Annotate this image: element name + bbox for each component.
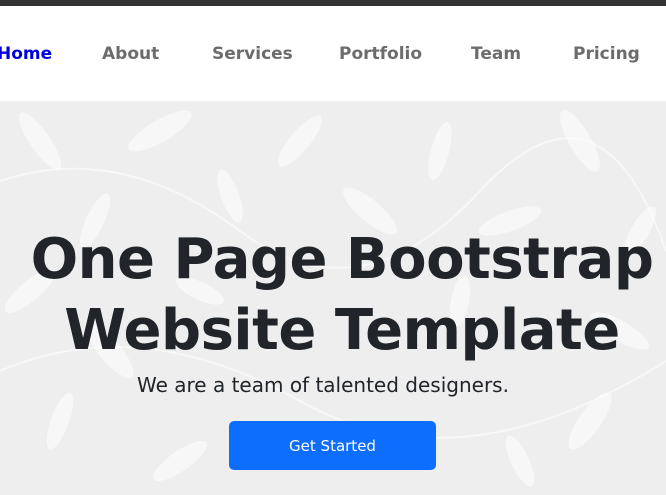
hero-subtitle: We are a team of talented designers. bbox=[137, 373, 509, 397]
nav-link-home[interactable]: Home bbox=[0, 44, 52, 64]
main-navbar: Home About Services Portfolio Team Prici… bbox=[0, 6, 666, 101]
nav-link-portfolio[interactable]: Portfolio bbox=[339, 44, 422, 64]
get-started-button[interactable]: Get Started bbox=[229, 421, 436, 470]
nav-link-about[interactable]: About bbox=[102, 44, 159, 64]
nav-link-pricing[interactable]: Pricing bbox=[573, 44, 640, 64]
nav-link-team[interactable]: Team bbox=[471, 44, 521, 64]
hero-title-line-1: One Page Bootstrap bbox=[30, 227, 654, 292]
hero-title: One Page Bootstrap Website Template bbox=[0, 224, 666, 366]
nav-link-services[interactable]: Services bbox=[212, 44, 293, 64]
hero-title-line-2: Website Template bbox=[64, 298, 620, 363]
